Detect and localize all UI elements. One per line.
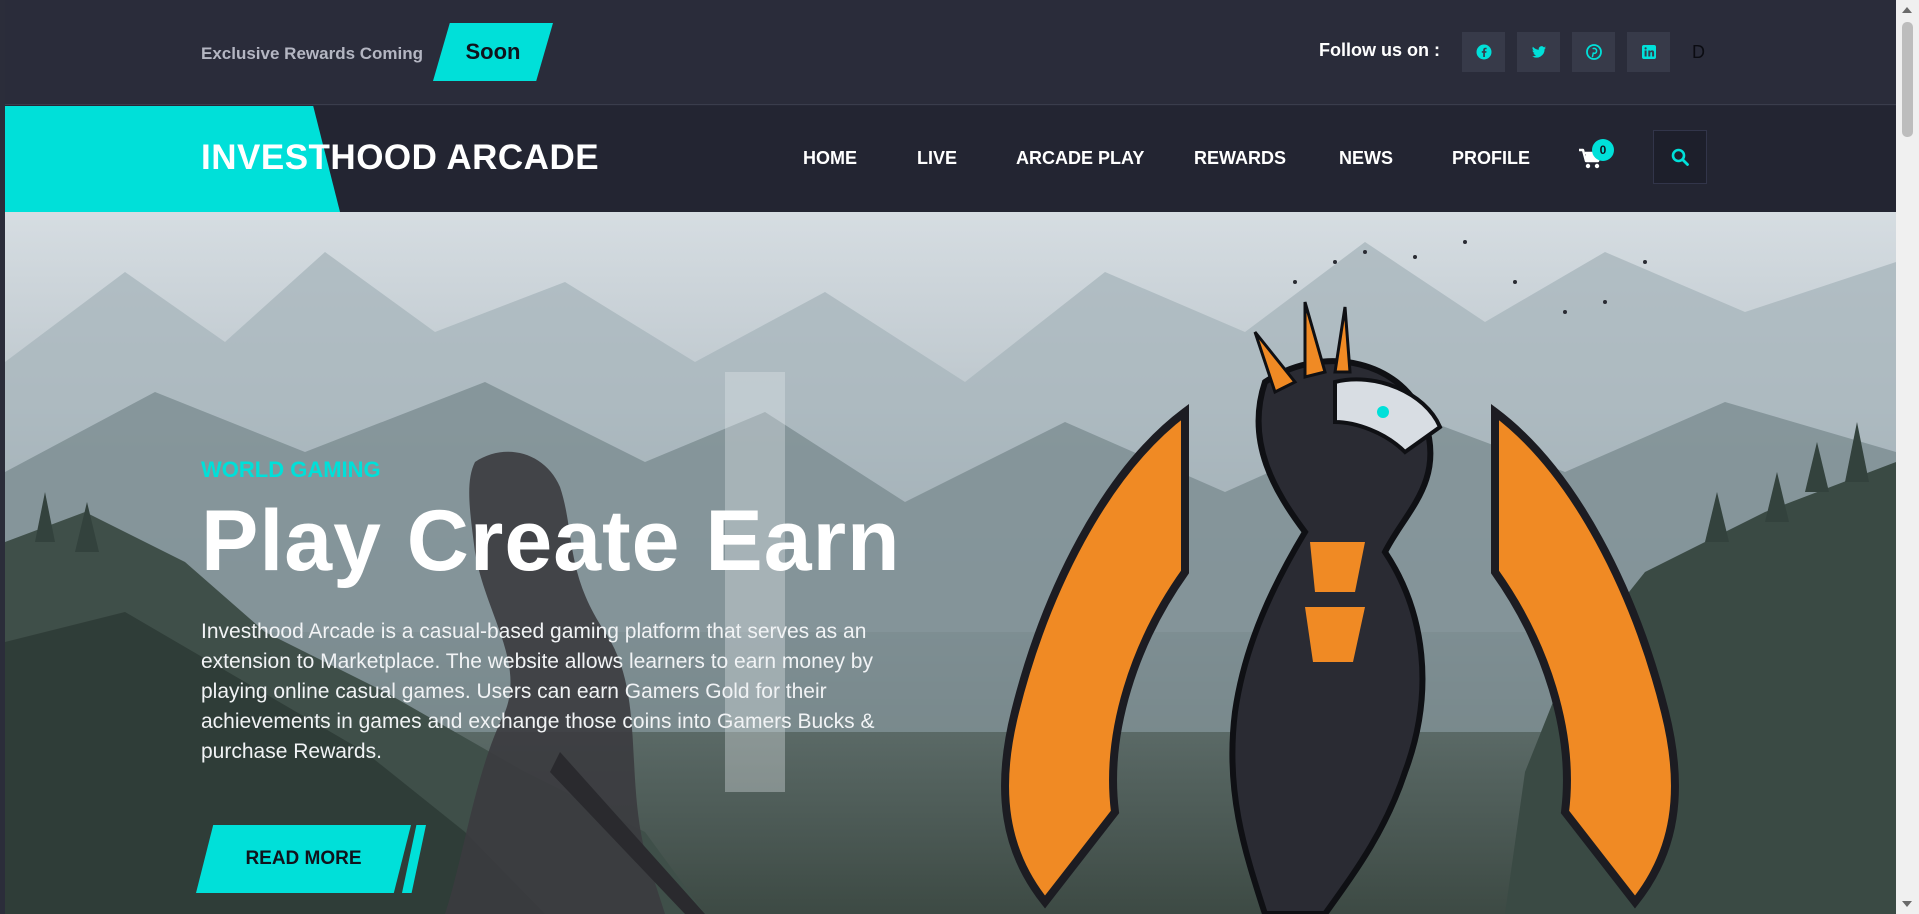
main-nav: INVESTHOOD ARCADE HOME LIVE ARCADE PLAY … bbox=[5, 106, 1896, 212]
linkedin-link[interactable] bbox=[1627, 32, 1670, 72]
nav-item-arcade-play[interactable]: ARCADE PLAY bbox=[1016, 148, 1144, 169]
nav-item-news[interactable]: NEWS bbox=[1339, 148, 1393, 169]
facebook-icon bbox=[1476, 44, 1491, 60]
hero-kicker: WORLD GAMING bbox=[201, 457, 381, 482]
site-logo[interactable]: INVESTHOOD ARCADE bbox=[201, 138, 599, 178]
facebook-link[interactable] bbox=[1462, 32, 1505, 72]
scroll-up-arrow-icon[interactable] bbox=[1902, 7, 1912, 13]
follow-us-label: Follow us on : bbox=[1319, 40, 1440, 60]
soon-badge: Soon bbox=[433, 23, 553, 81]
linkedin-icon bbox=[1641, 45, 1656, 59]
twitter-icon bbox=[1531, 46, 1546, 58]
top-bar: Exclusive Rewards Coming Soon Follow us … bbox=[5, 0, 1896, 105]
nav-item-rewards[interactable]: REWARDS bbox=[1194, 148, 1286, 169]
read-more-label: READ MORE bbox=[245, 848, 362, 869]
social-extra-letter: D bbox=[1692, 42, 1705, 62]
search-icon bbox=[1671, 148, 1689, 166]
nav-item-live[interactable]: LIVE bbox=[917, 148, 957, 169]
scroll-thumb[interactable] bbox=[1902, 22, 1913, 137]
hero-description: Investhood Arcade is a casual-based gami… bbox=[201, 620, 875, 763]
soon-badge-label: Soon bbox=[465, 39, 521, 64]
scroll-down-arrow-icon[interactable] bbox=[1902, 901, 1912, 907]
hero-headline: Play Create Earn bbox=[201, 493, 901, 589]
read-more-button[interactable]: READ MORE bbox=[196, 825, 426, 893]
page-scrollbar[interactable] bbox=[1896, 0, 1919, 914]
promo-text: Exclusive Rewards Coming bbox=[201, 44, 424, 63]
twitter-link[interactable] bbox=[1517, 32, 1560, 72]
nav-item-profile[interactable]: PROFILE bbox=[1452, 148, 1530, 169]
cart-count-badge: 0 bbox=[1592, 139, 1614, 161]
nav-item-home[interactable]: HOME bbox=[803, 148, 857, 169]
search-button[interactable] bbox=[1653, 130, 1707, 184]
hero-banner: WORLD GAMING Play Create Earn Investhood… bbox=[5, 212, 1896, 914]
page: Exclusive Rewards Coming Soon Follow us … bbox=[5, 0, 1896, 914]
pinterest-link[interactable] bbox=[1572, 32, 1615, 72]
pinterest-icon bbox=[1585, 44, 1602, 60]
